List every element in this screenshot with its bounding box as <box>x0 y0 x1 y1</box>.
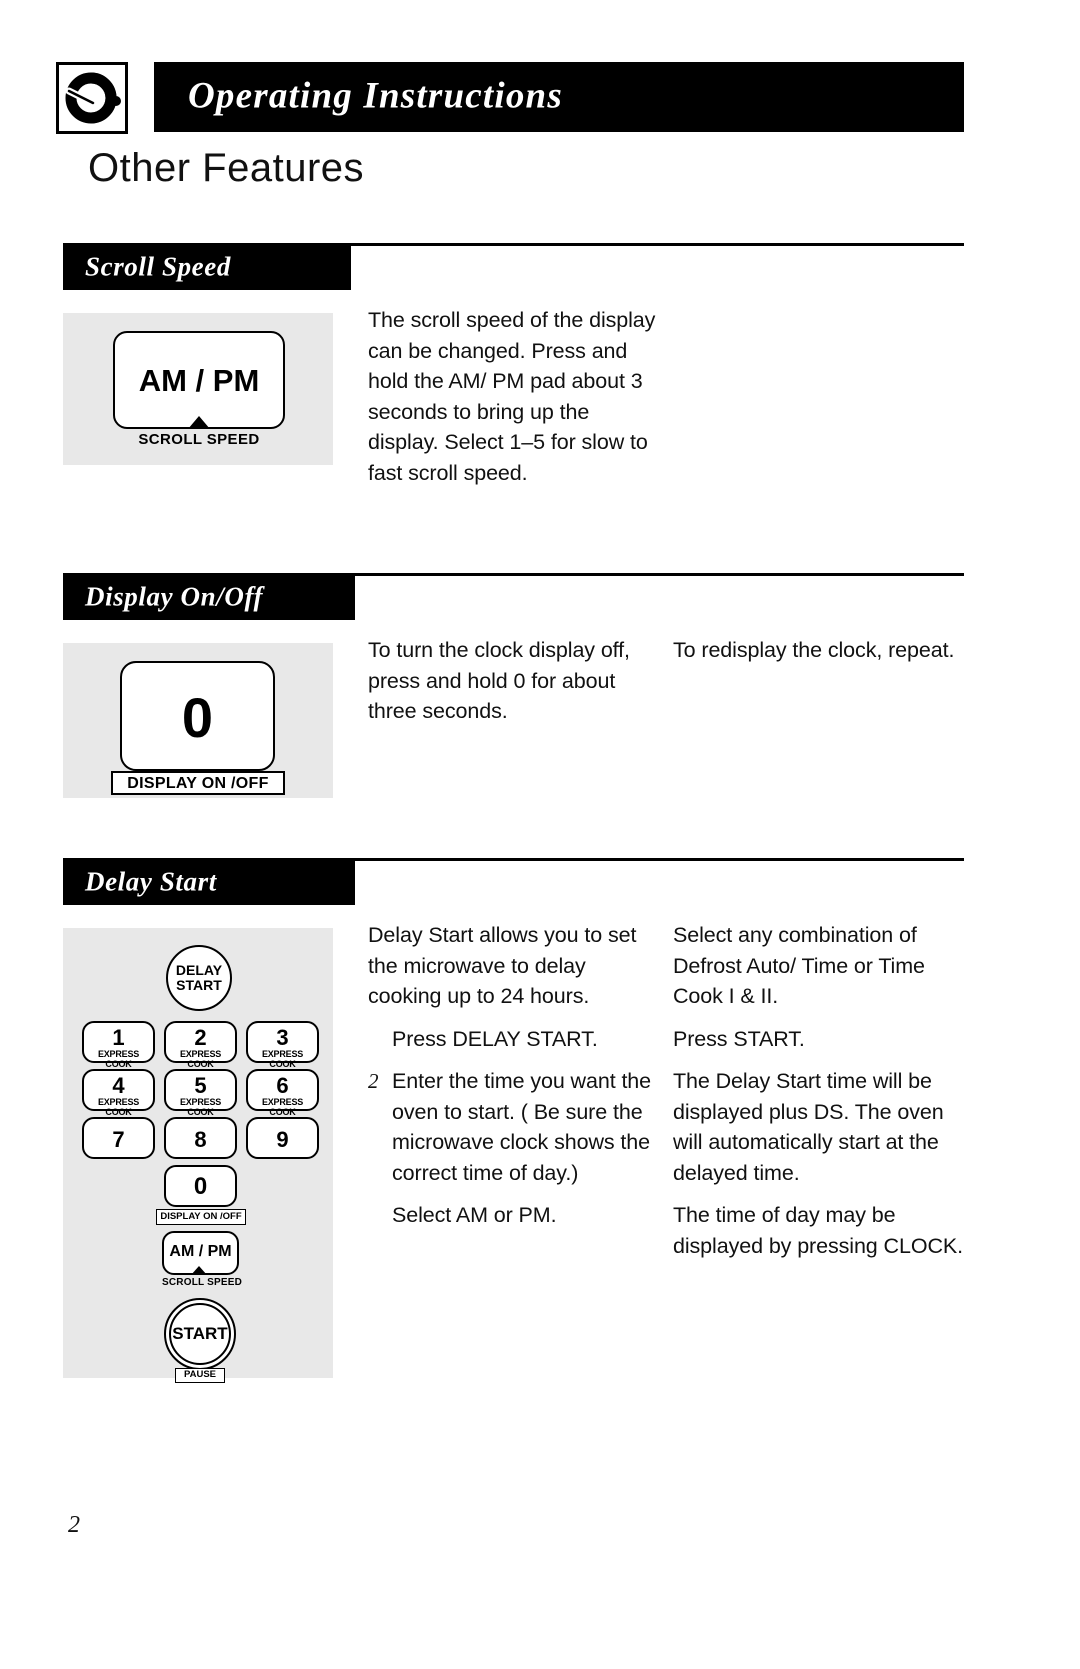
page-number: 2 <box>68 1512 80 1538</box>
key-number: 3 <box>276 1025 289 1050</box>
key-number: 2 <box>194 1025 207 1050</box>
key-number: 6 <box>276 1073 289 1098</box>
key-sublabel: EXPRESS COOK <box>261 1049 304 1069</box>
paragraph: The scroll speed of the display can be c… <box>368 308 656 485</box>
key-sublabel: EXPRESS COOK <box>97 1097 140 1117</box>
key-number: 4 <box>112 1073 125 1098</box>
header-banner: Operating Instructions <box>154 62 964 132</box>
step-item: Select any combination of Defrost Auto/ … <box>673 920 968 1012</box>
scroll-speed-notch-icon <box>191 1266 207 1275</box>
keypad-key-1[interactable]: 1 EXPRESS COOK <box>82 1021 155 1069</box>
key-number: 5 <box>194 1073 207 1098</box>
start-key-label: START <box>172 1324 228 1344</box>
delay-start-key-line1: DELAY <box>175 962 223 979</box>
step-text: Select AM or PM. <box>392 1203 557 1227</box>
key-sublabel: EXPRESS COOK <box>97 1049 140 1069</box>
delay-start-key-line2: START <box>176 977 222 993</box>
delay-start-key[interactable]: DELAY START <box>166 945 232 1011</box>
figure-scroll-speed: AM / PM SCROLL SPEED <box>63 313 333 465</box>
text-column-display-right: To redisplay the clock, repeat. <box>673 635 963 666</box>
section-scroll-speed: Scroll Speed AM / PM SCROLL SPEED The sc… <box>63 243 964 543</box>
knob-dial-icon <box>56 62 128 134</box>
paragraph-intro: Delay Start allows you to set the microw… <box>368 923 637 1008</box>
text-column-display-left: To turn the clock display off, press and… <box>368 635 658 727</box>
step-item: Select AM or PM. <box>368 1200 658 1231</box>
ampm-key[interactable]: AM / PM <box>113 331 285 429</box>
step-text: Press START. <box>673 1026 805 1051</box>
step-item: Press DELAY START. <box>368 1024 658 1055</box>
section-heading: Delay Start <box>85 865 217 896</box>
step-text: Enter the time you want the oven to star… <box>392 1069 652 1185</box>
key-sublabel: EXPRESS COOK <box>261 1097 304 1117</box>
key-number: 8 <box>194 1127 207 1152</box>
text-column-delay-right: Select any combination of Defrost Auto/ … <box>673 920 968 1261</box>
step-text: Press DELAY START. <box>392 1026 598 1051</box>
key-number: 1 <box>112 1025 125 1050</box>
document-page: Operating Instructions Other Features Sc… <box>0 0 1080 1669</box>
key-number: 7 <box>112 1127 125 1152</box>
paragraph: The time of day may be displayed by pres… <box>673 1203 963 1258</box>
section-heading: Scroll Speed <box>85 250 231 281</box>
keypad-key-5[interactable]: 5 EXPRESS COOK <box>164 1069 237 1117</box>
keypad-key-4[interactable]: 4 EXPRESS COOK <box>82 1069 155 1117</box>
scroll-speed-notch-icon <box>188 416 210 429</box>
section-display-on-off: Display On/Off 0 DISPLAY ON /OFF To turn… <box>63 573 964 833</box>
pause-sublabel: PAUSE <box>175 1368 225 1383</box>
step-text: Select any combination of Defrost Auto/ … <box>673 923 925 1008</box>
section-delay-start: Delay Start DELAY START 1 EXPRESS COOK 2… <box>63 858 964 1398</box>
start-key[interactable]: START <box>169 1303 231 1365</box>
key-label: AM / PM <box>169 1243 232 1260</box>
paragraph: To redisplay the clock, repeat. <box>673 638 955 662</box>
keypad-key-0[interactable]: 0 <box>164 1165 237 1207</box>
keypad-key-9[interactable]: 9 <box>246 1117 319 1159</box>
keypad-key-8[interactable]: 8 <box>164 1117 237 1159</box>
zero-key[interactable]: 0 <box>120 661 275 771</box>
key-sublabel: EXPRESS COOK <box>179 1049 222 1069</box>
page-header: Operating Instructions <box>56 62 964 134</box>
display-on-off-sublabel: DISPLAY ON /OFF <box>156 1209 246 1225</box>
figure-control-panel: DELAY START 1 EXPRESS COOK 2 EXPRESS COO… <box>63 928 333 1383</box>
key-number: 0 <box>193 1173 208 1200</box>
zero-key-label: 0 <box>181 686 214 749</box>
section-band: Delay Start <box>63 860 355 905</box>
key-number: 9 <box>276 1127 289 1152</box>
step-item: Press START. <box>673 1024 968 1055</box>
scroll-speed-sublabel: SCROLL SPEED <box>162 1277 243 1288</box>
text-column-delay-left: Delay Start allows you to set the microw… <box>368 920 658 1231</box>
step-number: 2 <box>368 1069 379 1093</box>
section-heading: Display On/Off <box>85 580 264 611</box>
paragraph: To turn the clock display off, press and… <box>368 638 630 723</box>
display-on-off-caption: DISPLAY ON /OFF <box>111 771 285 795</box>
text-column-scroll-speed: The scroll speed of the display can be c… <box>368 305 658 488</box>
section-band: Display On/Off <box>63 575 355 620</box>
step-item: 2 Enter the time you want the oven to st… <box>368 1066 658 1188</box>
figure-display-on-off: 0 DISPLAY ON /OFF <box>63 643 333 798</box>
scroll-speed-caption: SCROLL SPEED <box>138 431 260 448</box>
page-title: Other Features <box>88 146 365 190</box>
document-title: Operating Instructions <box>188 75 563 117</box>
section-band: Scroll Speed <box>63 245 351 290</box>
ampm-key-label: AM / PM <box>138 363 260 398</box>
keypad-key-3[interactable]: 3 EXPRESS COOK <box>246 1021 319 1069</box>
keypad-key-7[interactable]: 7 <box>82 1117 155 1159</box>
paragraph: The Delay Start time will be displayed p… <box>673 1069 944 1185</box>
keypad-key-6[interactable]: 6 EXPRESS COOK <box>246 1069 319 1117</box>
keypad-key-2[interactable]: 2 EXPRESS COOK <box>164 1021 237 1069</box>
key-sublabel: EXPRESS COOK <box>179 1097 222 1117</box>
